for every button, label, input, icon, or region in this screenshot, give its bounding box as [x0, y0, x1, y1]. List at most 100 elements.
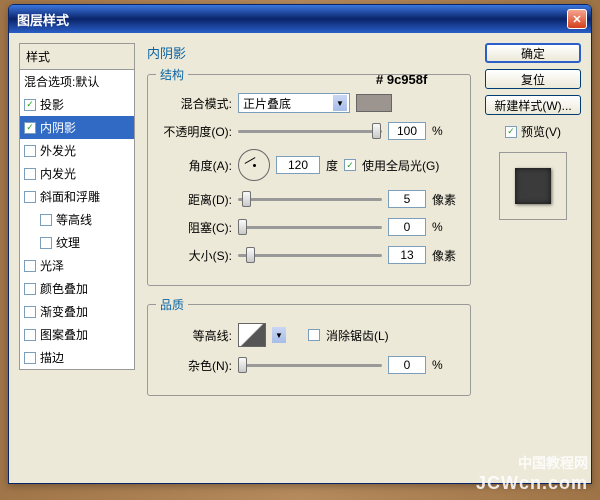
- style-item[interactable]: 混合选项:默认: [20, 70, 134, 93]
- angle-label: 角度(A):: [156, 157, 232, 174]
- contour-label: 等高线:: [156, 327, 232, 344]
- style-checkbox[interactable]: [24, 260, 36, 272]
- style-label: 光泽: [40, 257, 64, 274]
- style-checkbox[interactable]: [40, 237, 52, 249]
- style-label: 渐变叠加: [40, 303, 88, 320]
- contour-picker[interactable]: [238, 323, 266, 347]
- color-swatch[interactable]: [356, 94, 392, 112]
- style-label: 斜面和浮雕: [40, 188, 100, 205]
- preview-toggle-row: 预览(V): [505, 123, 561, 140]
- style-label: 描边: [40, 349, 64, 366]
- style-item[interactable]: 纹理: [20, 231, 134, 254]
- layer-style-dialog: 图层样式 ✕ 样式 混合选项:默认投影内阴影外发光内发光斜面和浮雕等高线纹理光泽…: [8, 4, 592, 484]
- distance-input[interactable]: 5: [388, 190, 426, 208]
- style-label: 等高线: [56, 211, 92, 228]
- action-panel: 确定 复位 新建样式(W)... 预览(V): [483, 43, 583, 475]
- opacity-slider[interactable]: [238, 121, 382, 141]
- contour-row: 等高线: ▼ 消除锯齿(L): [156, 323, 462, 347]
- size-label: 大小(S):: [156, 247, 232, 264]
- style-label: 混合选项:默认: [24, 73, 99, 90]
- chevron-down-icon[interactable]: ▼: [272, 327, 286, 343]
- titlebar[interactable]: 图层样式 ✕: [9, 5, 591, 33]
- style-item[interactable]: 渐变叠加: [20, 300, 134, 323]
- style-item[interactable]: 等高线: [20, 208, 134, 231]
- style-checkbox[interactable]: [40, 214, 52, 226]
- style-checkbox[interactable]: [24, 145, 36, 157]
- styles-list: 混合选项:默认投影内阴影外发光内发光斜面和浮雕等高线纹理光泽颜色叠加渐变叠加图案…: [19, 70, 135, 370]
- distance-label: 距离(D):: [156, 191, 232, 208]
- blend-mode-row: 混合模式: 正片叠底 ▼: [156, 93, 462, 113]
- choke-label: 阻塞(C):: [156, 219, 232, 236]
- chevron-down-icon: ▼: [333, 95, 347, 111]
- distance-slider[interactable]: [238, 189, 382, 209]
- preview-box: [499, 152, 567, 220]
- style-item[interactable]: 颜色叠加: [20, 277, 134, 300]
- choke-slider[interactable]: [238, 217, 382, 237]
- style-checkbox[interactable]: [24, 283, 36, 295]
- distance-row: 距离(D): 5 像素: [156, 189, 462, 209]
- style-checkbox[interactable]: [24, 99, 36, 111]
- blend-mode-select[interactable]: 正片叠底 ▼: [238, 93, 350, 113]
- style-item[interactable]: 斜面和浮雕: [20, 185, 134, 208]
- structure-legend: 结构: [156, 66, 188, 83]
- noise-row: 杂色(N): 0 %: [156, 355, 462, 375]
- style-item[interactable]: 内发光: [20, 162, 134, 185]
- choke-input[interactable]: 0: [388, 218, 426, 236]
- ok-button[interactable]: 确定: [485, 43, 581, 63]
- quality-group: 品质 等高线: ▼ 消除锯齿(L) 杂色(N): 0 %: [147, 296, 471, 396]
- styles-panel: 样式 混合选项:默认投影内阴影外发光内发光斜面和浮雕等高线纹理光泽颜色叠加渐变叠…: [19, 43, 135, 475]
- style-item[interactable]: 投影: [20, 93, 134, 116]
- style-item[interactable]: 内阴影: [20, 116, 134, 139]
- style-checkbox[interactable]: [24, 168, 36, 180]
- style-item[interactable]: 光泽: [20, 254, 134, 277]
- preview-swatch: [515, 168, 551, 204]
- watermark: 中国教程网 JCWcn.com: [476, 453, 588, 494]
- style-item[interactable]: 图案叠加: [20, 323, 134, 346]
- blend-mode-label: 混合模式:: [156, 95, 232, 112]
- style-label: 内发光: [40, 165, 76, 182]
- quality-legend: 品质: [156, 296, 188, 313]
- global-light-checkbox[interactable]: [344, 159, 356, 171]
- dialog-content: 样式 混合选项:默认投影内阴影外发光内发光斜面和浮雕等高线纹理光泽颜色叠加渐变叠…: [9, 33, 591, 483]
- color-hex-annotation: # 9c958f: [376, 72, 427, 87]
- noise-slider[interactable]: [238, 355, 382, 375]
- angle-input[interactable]: 120: [276, 156, 320, 174]
- preview-label: 预览(V): [521, 123, 561, 140]
- opacity-input[interactable]: 100: [388, 122, 426, 140]
- noise-label: 杂色(N):: [156, 357, 232, 374]
- window-title: 图层样式: [17, 10, 69, 29]
- style-item[interactable]: 描边: [20, 346, 134, 369]
- opacity-label: 不透明度(O):: [156, 123, 232, 140]
- new-style-button[interactable]: 新建样式(W)...: [485, 95, 581, 115]
- preview-checkbox[interactable]: [505, 126, 517, 138]
- style-label: 颜色叠加: [40, 280, 88, 297]
- close-button[interactable]: ✕: [567, 9, 587, 29]
- section-heading: 内阴影: [147, 43, 471, 62]
- style-checkbox[interactable]: [24, 329, 36, 341]
- style-checkbox[interactable]: [24, 352, 36, 364]
- style-label: 纹理: [56, 234, 80, 251]
- cancel-button[interactable]: 复位: [485, 69, 581, 89]
- size-slider[interactable]: [238, 245, 382, 265]
- antialias-checkbox[interactable]: [308, 329, 320, 341]
- size-row: 大小(S): 13 像素: [156, 245, 462, 265]
- angle-row: 角度(A): 120 度 使用全局光(G): [156, 149, 462, 181]
- style-checkbox[interactable]: [24, 306, 36, 318]
- antialias-label: 消除锯齿(L): [326, 327, 389, 344]
- style-item[interactable]: 外发光: [20, 139, 134, 162]
- size-input[interactable]: 13: [388, 246, 426, 264]
- style-label: 图案叠加: [40, 326, 88, 343]
- styles-header: 样式: [19, 43, 135, 70]
- global-light-label: 使用全局光(G): [362, 157, 439, 174]
- noise-input[interactable]: 0: [388, 356, 426, 374]
- settings-panel: 内阴影 结构 混合模式: 正片叠底 ▼ 不透明度(O): 100 %: [141, 43, 477, 475]
- structure-group: 结构 混合模式: 正片叠底 ▼ 不透明度(O): 100 % 角度(: [147, 66, 471, 286]
- angle-dial[interactable]: [238, 149, 270, 181]
- opacity-row: 不透明度(O): 100 %: [156, 121, 462, 141]
- choke-row: 阻塞(C): 0 %: [156, 217, 462, 237]
- style-label: 外发光: [40, 142, 76, 159]
- style-label: 投影: [40, 96, 64, 113]
- style-checkbox[interactable]: [24, 122, 36, 134]
- style-checkbox[interactable]: [24, 191, 36, 203]
- style-label: 内阴影: [40, 119, 76, 136]
